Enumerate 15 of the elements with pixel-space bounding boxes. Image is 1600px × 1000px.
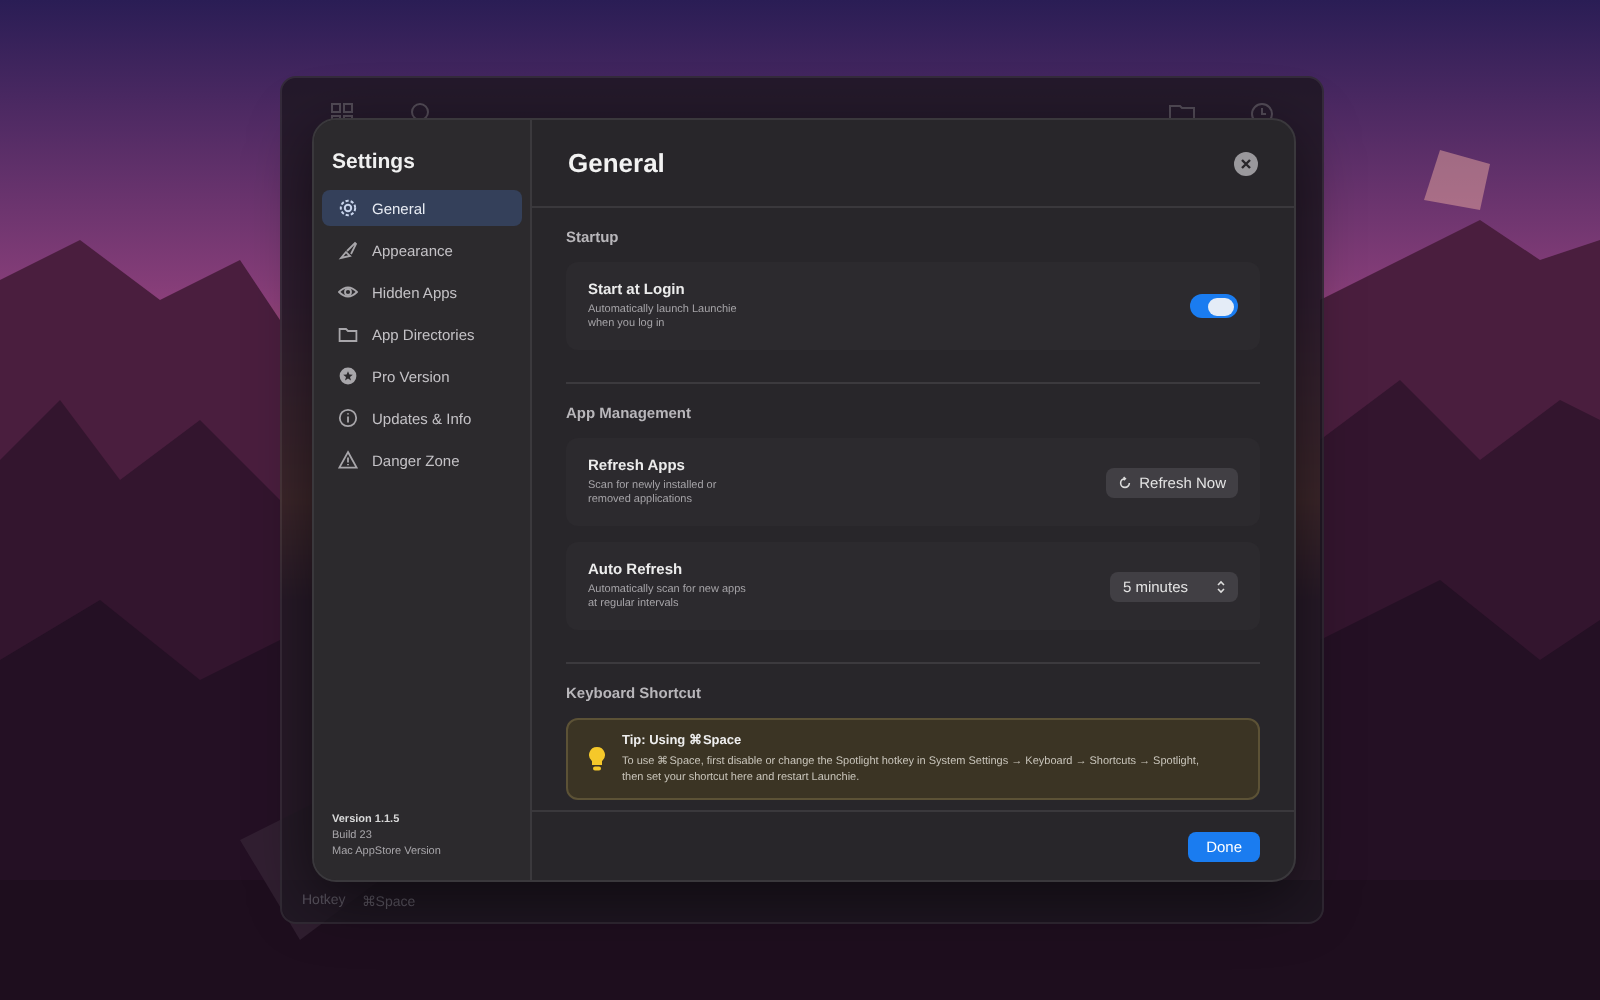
close-icon (1240, 157, 1252, 169)
sidebar-title: Settings (330, 150, 417, 174)
lightbulb-icon (588, 746, 606, 772)
chevrons-icon (1216, 579, 1226, 593)
eye-icon (338, 282, 358, 302)
warning-icon (338, 450, 358, 470)
folder-icon (338, 324, 358, 344)
brush-icon (338, 240, 358, 260)
page-title: General (568, 148, 665, 178)
close-button[interactable] (1234, 151, 1258, 175)
settings-icon (338, 198, 358, 218)
info-icon (338, 408, 358, 428)
toggle-switch[interactable] (1190, 294, 1238, 318)
star-icon (338, 366, 358, 386)
refresh-icon (1117, 475, 1132, 489)
